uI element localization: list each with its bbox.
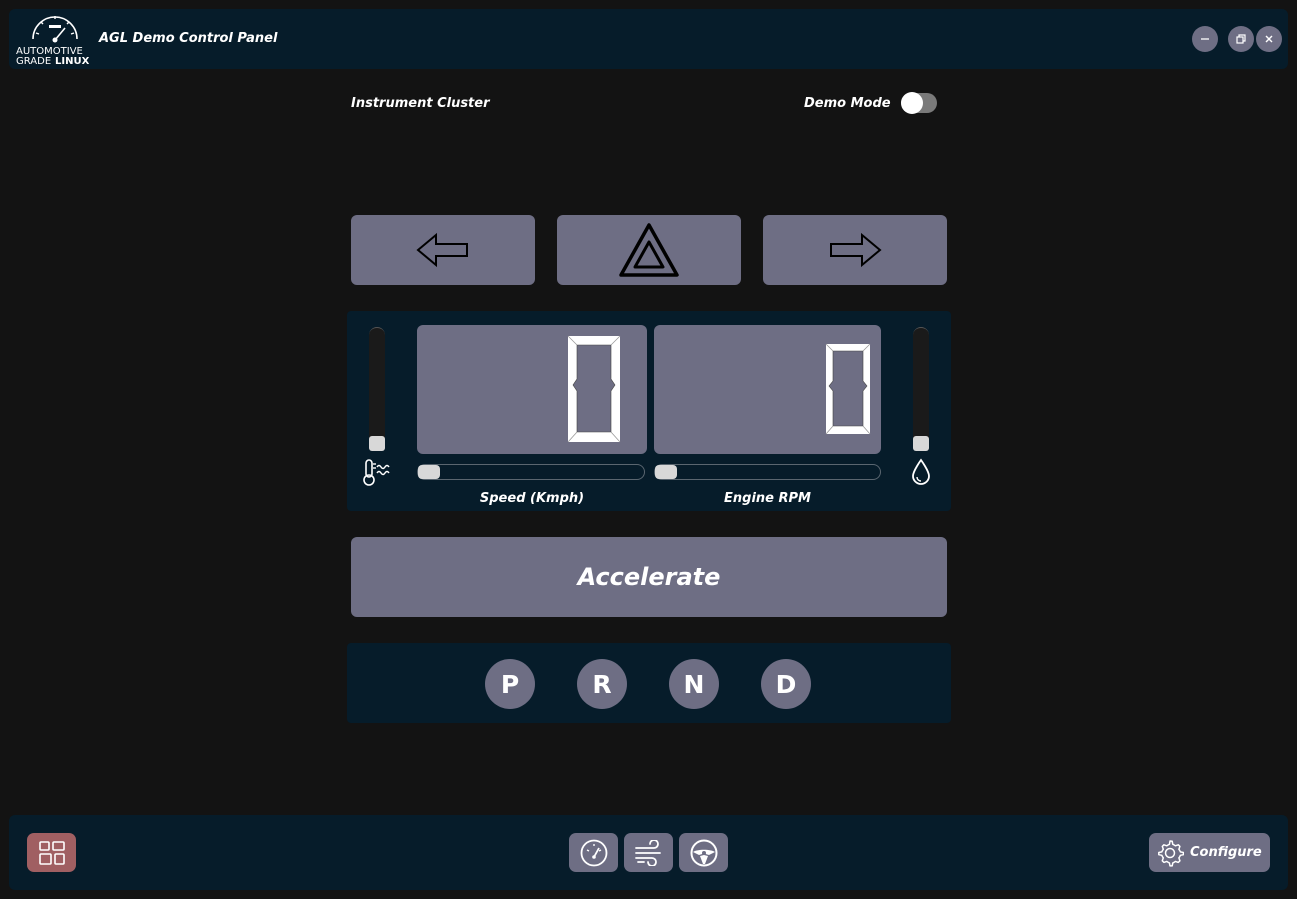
gear-drive-button[interactable]: D [761,659,811,709]
speed-slider-handle[interactable] [418,465,440,479]
cluster-panel: 0 0 Speed (Kmph) Engine RPM [347,311,951,511]
instrument-cluster-nav-button[interactable] [569,833,618,872]
logo-linux-text: LINUX [55,56,90,67]
rpm-display: 0 [654,325,881,454]
section-title: Instrument Cluster [351,96,490,111]
close-icon [1265,35,1273,43]
minimize-button[interactable] [1192,26,1218,52]
home-dashboard-button[interactable] [27,833,76,872]
steering-wheel-icon [690,839,717,866]
hazard-button[interactable] [557,215,741,285]
speed-digit [567,335,621,443]
configure-button[interactable]: Configure [1149,833,1270,872]
speed-label: Speed (Kmph) [479,491,585,506]
hvac-nav-button[interactable] [624,833,673,872]
gear-park-button[interactable]: P [485,659,535,709]
restore-icon [1236,34,1246,44]
hazard-icon [619,223,679,277]
demo-mode-toggle[interactable] [901,92,937,114]
configure-label: Configure [1190,845,1262,860]
left-arrow-icon [416,232,468,268]
rpm-slider-handle[interactable] [655,465,677,479]
toggle-knob [901,92,923,114]
gear-selector-panel: P R N D [347,643,951,723]
coolant-temp-slider-handle[interactable] [369,436,385,451]
left-indicator-button[interactable] [351,215,535,285]
demo-mode-label: Demo Mode [804,96,891,111]
gear-neutral-button[interactable]: N [669,659,719,709]
agl-logo: AUTOMOTIVE GRADE LINUX [15,9,95,69]
coolant-temp-slider[interactable] [369,327,385,451]
app-title: AGL Demo Control Panel [99,31,278,46]
rpm-digit [825,343,871,435]
accelerate-button[interactable]: Accelerate [351,537,947,617]
steering-nav-button[interactable] [679,833,728,872]
right-indicator-button[interactable] [763,215,947,285]
minimize-icon [1201,38,1209,40]
logo-grade-text: GRADE [16,56,51,67]
right-arrow-icon [830,232,882,268]
fuel-level-slider-handle[interactable] [913,436,929,451]
speedometer-icon [580,839,607,866]
speed-slider[interactable] [417,464,645,480]
rpm-slider[interactable] [654,464,881,480]
close-button[interactable] [1256,26,1282,52]
fuel-level-slider[interactable] [913,327,929,451]
speed-display: 0 [417,325,647,454]
dashboard-grid-icon [38,840,65,865]
bottom-nav-bar: Configure [9,815,1288,890]
coolant-temp-icon [363,459,390,486]
title-bar: AUTOMOTIVE GRADE LINUX AGL Demo Control … [9,9,1288,69]
gear-reverse-button[interactable]: R [577,659,627,709]
restore-button[interactable] [1228,26,1254,52]
rpm-label: Engine RPM [724,491,811,506]
airflow-icon [634,839,661,866]
gear-icon [1158,839,1184,867]
fuel-drop-icon [912,458,930,485]
